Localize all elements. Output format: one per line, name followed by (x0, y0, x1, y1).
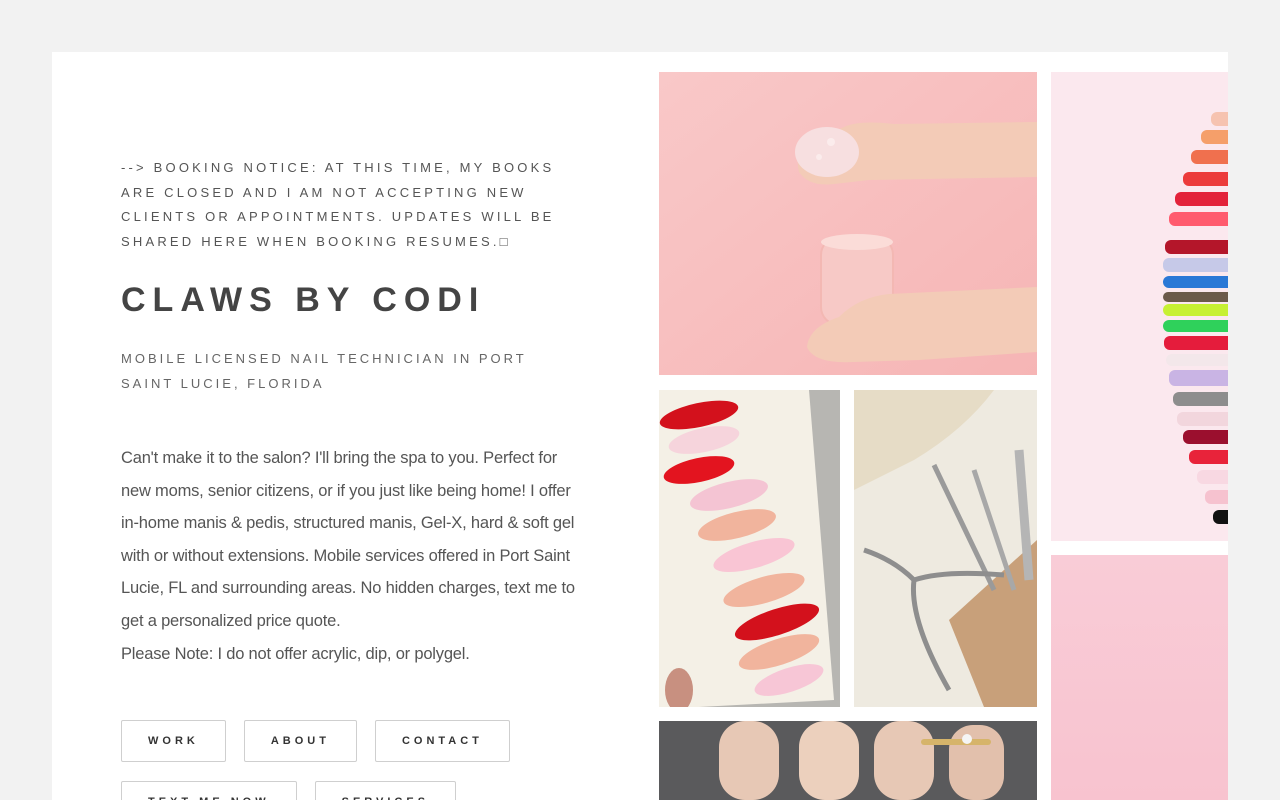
manicured-hand-photo[interactable] (659, 721, 1037, 800)
nav-buttons-row-1: WORK ABOUT CONTACT (121, 720, 510, 762)
intro-column: --> BOOKING NOTICE: AT THIS TIME, MY BOO… (121, 156, 581, 670)
contact-button[interactable]: CONTACT (374, 720, 510, 762)
intro-paragraph: Can't make it to the salon? I'll bring t… (121, 442, 581, 670)
cuticle-tools-photo[interactable] (854, 390, 1037, 707)
hands-scrub-photo[interactable] (659, 72, 1037, 375)
text-me-now-button[interactable]: TEXT ME NOW (121, 781, 297, 800)
site-subtitle: MOBILE LICENSED NAIL TECHNICIAN IN PORT … (121, 351, 527, 391)
intro-text: Can't make it to the salon? I'll bring t… (121, 449, 575, 630)
work-button[interactable]: WORK (121, 720, 226, 762)
valentine-nails-photo[interactable] (659, 390, 840, 707)
page-card: --> BOOKING NOTICE: AT THIS TIME, MY BOO… (52, 52, 1228, 800)
nav-buttons-row-2: TEXT ME NOW SERVICES (121, 781, 457, 800)
site-title: CLAWS BY CODI (121, 281, 486, 319)
about-button[interactable]: ABOUT (243, 720, 357, 762)
pink-backdrop-photo[interactable] (1051, 555, 1228, 800)
nail-swatch-wheel-photo[interactable] (1051, 72, 1228, 541)
booking-notice: --> BOOKING NOTICE: AT THIS TIME, MY BOO… (121, 160, 555, 249)
services-button[interactable]: SERVICES (314, 781, 457, 800)
intro-note: Please Note: I do not offer acrylic, dip… (121, 644, 470, 663)
